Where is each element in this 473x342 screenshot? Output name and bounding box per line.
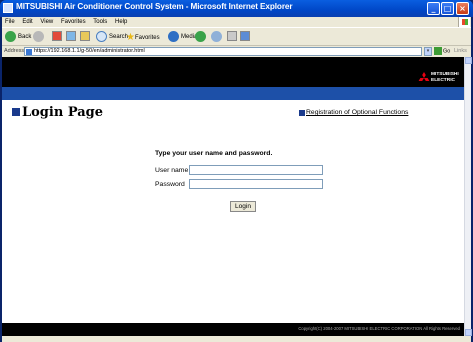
scroll-down-button[interactable] (465, 329, 472, 336)
mitsubishi-logo-icon (418, 72, 430, 81)
mail-icon (211, 31, 222, 42)
title-bar: MITSUBISHI Air Conditioner Control Syste… (0, 0, 473, 17)
links-button[interactable]: Links (454, 48, 467, 54)
menu-tools[interactable]: Tools (90, 17, 110, 27)
back-icon (5, 31, 16, 42)
stop-icon (52, 31, 62, 42)
menu-favorites[interactable]: Favorites (58, 17, 89, 27)
stop-button[interactable] (52, 31, 64, 44)
search-icon (96, 31, 107, 42)
user-name-input[interactable] (189, 165, 323, 175)
print-icon (227, 31, 237, 42)
favorites-icon: ★ (126, 32, 135, 43)
address-bar: Address https://192.168.1.1/g-50/en/admi… (2, 46, 471, 57)
go-button[interactable]: Go (434, 47, 450, 55)
media-icon (168, 31, 179, 42)
forward-icon (33, 31, 44, 42)
password-label: Password (155, 181, 185, 188)
media-button[interactable]: Media (168, 31, 197, 44)
minimize-button[interactable]: _ (427, 2, 440, 15)
back-button[interactable]: Back (5, 31, 31, 44)
copyright-text: Copyright(C) 2004-2007 MITSUBISHI ELECTR… (298, 326, 460, 331)
maximize-button[interactable]: □ (441, 2, 454, 15)
user-name-label: User name (155, 167, 189, 174)
window-title: MITSUBISHI Air Conditioner Control Syste… (16, 2, 293, 11)
password-input[interactable] (189, 179, 323, 189)
history-icon (195, 31, 206, 42)
menu-file[interactable]: File (2, 17, 18, 27)
edit-button[interactable] (240, 31, 252, 44)
address-url: https://192.168.1.1/g-50/en/administrato… (34, 48, 145, 54)
status-bar (2, 336, 471, 342)
menu-edit[interactable]: Edit (19, 17, 35, 27)
title-bullet-icon (12, 108, 20, 116)
close-button[interactable]: × (456, 2, 469, 15)
menu-help[interactable]: Help (112, 17, 130, 27)
windows-logo-icon (458, 17, 470, 27)
search-button[interactable]: Search (96, 31, 128, 44)
refresh-button[interactable] (66, 31, 78, 44)
page-footer: Copyright(C) 2004-2007 MITSUBISHI ELECTR… (2, 323, 464, 336)
address-dropdown-button[interactable]: ▾ (424, 47, 432, 56)
browser-window: MITSUBISHI Air Conditioner Control Syste… (0, 0, 473, 342)
vertical-scrollbar[interactable] (464, 57, 472, 336)
forward-button[interactable] (33, 31, 46, 44)
mitsubishi-logo: MITSUBISHI ELECTRIC (418, 72, 459, 84)
toolbar: Back Search ★Favorites Media (2, 27, 471, 46)
login-button[interactable]: Login (230, 201, 256, 212)
favorites-button[interactable]: ★Favorites (126, 31, 160, 44)
menu-view[interactable]: View (37, 17, 56, 27)
page-viewport: MITSUBISHI ELECTRIC Login Page Registrat… (2, 57, 464, 336)
page-title: Login Page (22, 105, 104, 120)
edit-icon (240, 31, 250, 42)
go-icon (434, 47, 442, 55)
home-button[interactable] (80, 31, 92, 44)
page-header: MITSUBISHI ELECTRIC (2, 57, 464, 87)
ie-app-icon (3, 3, 13, 13)
login-instruction: Type your user name and password. (155, 150, 273, 157)
brand-name: MITSUBISHI ELECTRIC (431, 72, 459, 83)
refresh-icon (66, 31, 76, 42)
history-button[interactable] (195, 31, 208, 44)
page-icon (26, 49, 32, 55)
link-bullet-icon (299, 110, 305, 116)
home-icon (80, 31, 90, 42)
menu-bar: File Edit View Favorites Tools Help (2, 17, 471, 27)
scroll-up-button[interactable] (465, 57, 472, 64)
address-label: Address (4, 48, 25, 54)
optional-functions-link[interactable]: Registration of Optional Functions (306, 109, 408, 116)
address-input[interactable]: https://192.168.1.1/g-50/en/administrato… (24, 47, 422, 56)
print-button[interactable] (227, 31, 239, 44)
mail-button[interactable] (211, 31, 224, 44)
header-band (2, 87, 464, 100)
